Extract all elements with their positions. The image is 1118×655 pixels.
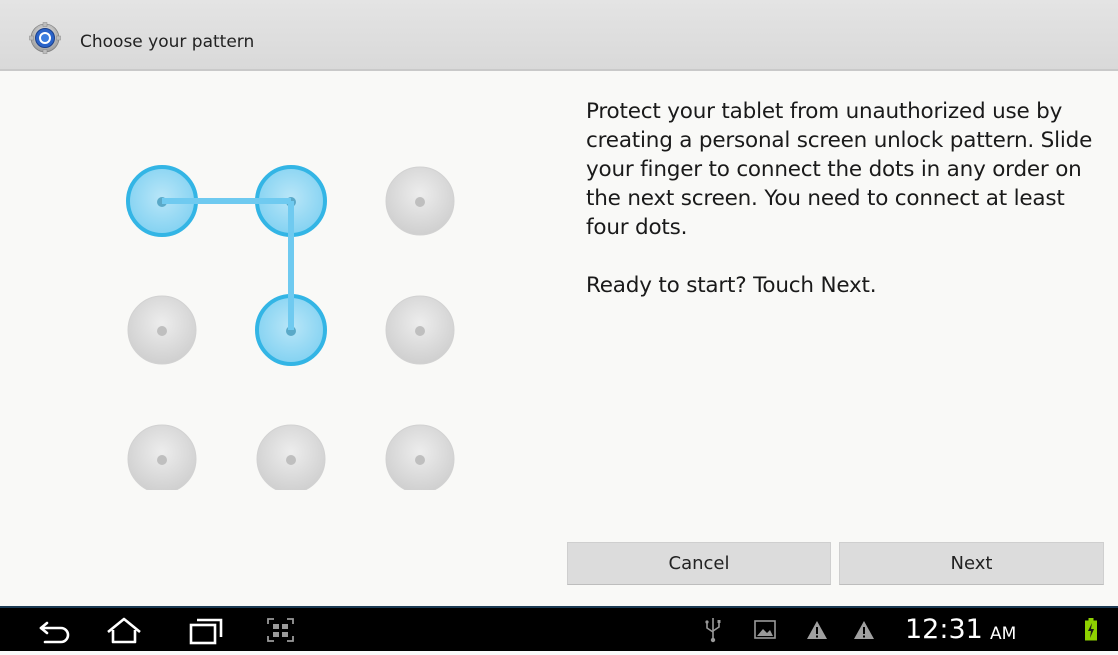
warning-icon [852, 608, 876, 651]
battery-charging-icon [1083, 608, 1099, 651]
recent-apps-icon[interactable] [186, 612, 226, 648]
back-icon[interactable] [35, 612, 75, 648]
title-bar: Choose your pattern [0, 0, 1118, 71]
image-icon [753, 608, 777, 651]
instructions-text: Protect your tablet from unauthorized us… [586, 99, 1093, 240]
home-icon[interactable] [104, 612, 144, 648]
pattern-dot[interactable] [385, 424, 455, 490]
pattern-dot[interactable] [256, 424, 326, 490]
pattern-dot[interactable] [127, 295, 197, 365]
next-button[interactable]: Next [839, 542, 1104, 585]
cancel-button[interactable]: Cancel [567, 542, 831, 585]
clock-time[interactable]: 12:31 [905, 614, 983, 646]
page-title: Choose your pattern [80, 32, 255, 52]
pattern-grid[interactable] [110, 150, 470, 490]
settings-gear-icon [29, 22, 61, 54]
system-nav-bar: 12:31 AM [0, 606, 1118, 651]
instructions: Protect your tablet from unauthorized us… [586, 97, 1096, 329]
clock-ampm[interactable]: AM [990, 624, 1016, 644]
screenshot-icon[interactable] [263, 612, 303, 648]
pattern-dot[interactable] [385, 166, 455, 236]
usb-icon [703, 608, 723, 651]
pattern-dot[interactable] [385, 295, 455, 365]
pattern-dots [126, 165, 455, 490]
ready-text: Ready to start? Touch Next. [586, 273, 877, 298]
pattern-dot[interactable] [127, 424, 197, 490]
warning-icon [805, 608, 829, 651]
